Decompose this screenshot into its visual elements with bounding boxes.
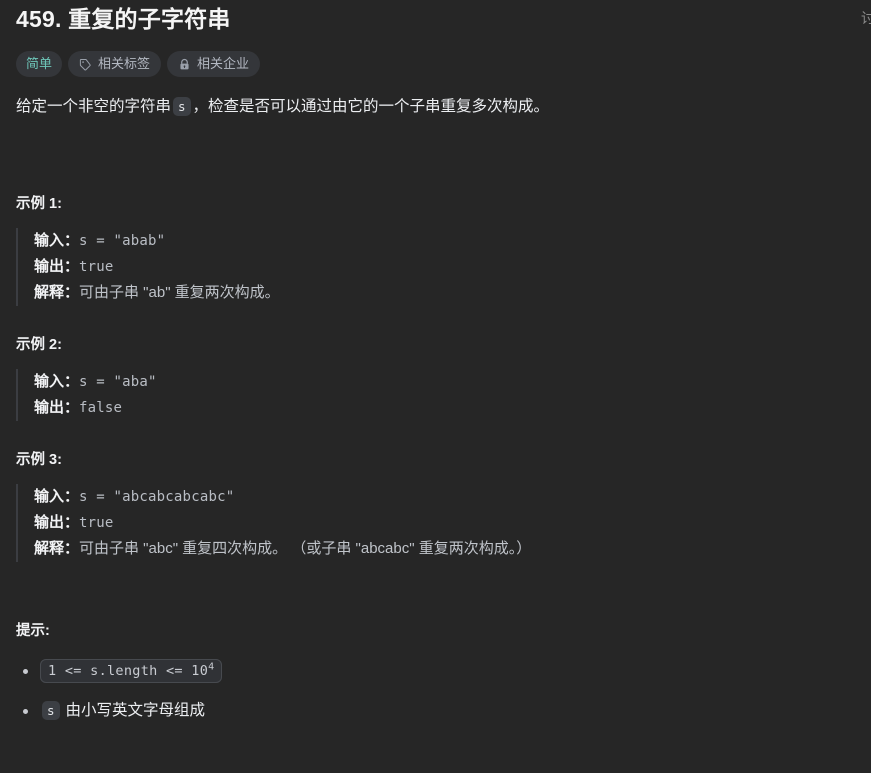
example-1-input-label: 输入： bbox=[34, 232, 80, 249]
inline-code-s: s bbox=[173, 97, 191, 116]
hints-list: 1 <= s.length <= 104 s 由小写英文字母组成 bbox=[16, 656, 855, 726]
problem-statement: 给定一个非空的字符串 s ，检查是否可以通过由它的一个子串重复多次构成。 bbox=[16, 94, 855, 120]
example-3-output-value: true bbox=[79, 515, 114, 531]
related-companies-label: 相关企业 bbox=[197, 56, 250, 71]
example-3-input-label: 输入： bbox=[34, 488, 80, 505]
problem-content: 给定一个非空的字符串 s ，检查是否可以通过由它的一个子串重复多次构成。 示例 1:… bbox=[16, 94, 855, 726]
example-3-output-label: 输出： bbox=[34, 514, 80, 531]
lock-icon bbox=[178, 58, 191, 71]
example-1-output-label: 输出： bbox=[34, 258, 80, 275]
related-tags-badge[interactable]: 相关标签 bbox=[68, 51, 162, 77]
hint-1-code: 1 <= s.length <= 104 bbox=[40, 659, 223, 683]
difficulty-badge[interactable]: 简单 bbox=[16, 51, 63, 77]
example-1-input-line: 输入：s = "abab" bbox=[34, 228, 855, 254]
title-row: 459. 重复的子字符串 讨 bbox=[16, 0, 871, 34]
example-3-explain-label: 解释： bbox=[34, 540, 80, 557]
bullet-icon bbox=[23, 709, 28, 714]
example-3-heading: 示例 3: bbox=[16, 452, 62, 468]
hint-item-1: 1 <= s.length <= 104 bbox=[16, 656, 855, 686]
difficulty-badge-label: 简单 bbox=[26, 56, 53, 71]
example-3-output-line: 输出：true bbox=[34, 510, 855, 536]
hint-1-code-exponent: 4 bbox=[208, 661, 215, 673]
page-title: 459. 重复的子字符串 bbox=[16, 6, 231, 32]
example-1-explain-line: 解释：可由子串 "ab" 重复两次构成。 bbox=[34, 280, 855, 306]
example-2-input-line: 输入：s = "aba" bbox=[34, 369, 855, 395]
hint-2-text: 由小写英文字母组成 bbox=[65, 702, 206, 719]
example-1-heading: 示例 1: bbox=[16, 196, 62, 212]
related-tags-label: 相关标签 bbox=[98, 56, 151, 71]
truncated-right-text: 讨 bbox=[861, 10, 871, 26]
example-1-output-line: 输出：true bbox=[34, 254, 855, 280]
example-2-input-label: 输入： bbox=[34, 373, 80, 390]
example-3-input-line: 输入：s = "abcabcabcabc" bbox=[34, 484, 855, 510]
example-1-explain-label: 解释： bbox=[34, 284, 80, 301]
badge-row: 简单 相关标签 相关企业 bbox=[16, 51, 855, 77]
tag-icon bbox=[79, 58, 92, 71]
example-2-output-line: 输出：false bbox=[34, 395, 855, 421]
statement-part-1: 给定一个非空的字符串 bbox=[16, 98, 172, 115]
problem-description-panel: 459. 重复的子字符串 讨 简单 相关标签 相关企业 给定一个非空的字符串 s… bbox=[0, 0, 871, 773]
hint-item-2: s 由小写英文字母组成 bbox=[16, 696, 855, 726]
statement-part-2: ，检查是否可以通过由它的一个子串重复多次构成。 bbox=[192, 98, 550, 115]
example-2-input-value: s = "aba" bbox=[79, 374, 157, 390]
example-1-input-value: s = "abab" bbox=[79, 233, 166, 249]
hints-heading: 提示: bbox=[16, 623, 50, 639]
example-2-block: 输入：s = "aba" 输出：false bbox=[16, 369, 855, 421]
example-3-block: 输入：s = "abcabcabcabc" 输出：true 解释：可由子串 "a… bbox=[16, 484, 855, 562]
example-2-heading: 示例 2: bbox=[16, 337, 62, 353]
example-1-output-value: true bbox=[79, 259, 114, 275]
example-3-explain-line: 解释：可由子串 "abc" 重复四次构成。 （或子串 "abcabc" 重复两次… bbox=[34, 536, 855, 562]
example-3-input-value: s = "abcabcabcabc" bbox=[79, 489, 235, 505]
related-companies-badge[interactable]: 相关企业 bbox=[167, 51, 261, 77]
example-1-block: 输入：s = "abab" 输出：true 解释：可由子串 "ab" 重复两次构… bbox=[16, 228, 855, 306]
example-3-explain-value: 可由子串 "abc" 重复四次构成。 （或子串 "abcabc" 重复两次构成。… bbox=[79, 540, 532, 557]
bullet-icon bbox=[23, 669, 28, 674]
example-1-explain-value: 可由子串 "ab" 重复两次构成。 bbox=[79, 284, 280, 301]
example-2-output-label: 输出： bbox=[34, 399, 80, 416]
hint-2-code: s bbox=[42, 701, 60, 720]
example-2-output-value: false bbox=[79, 400, 123, 416]
hint-1-code-main: 1 <= s.length <= 10 bbox=[48, 663, 209, 679]
